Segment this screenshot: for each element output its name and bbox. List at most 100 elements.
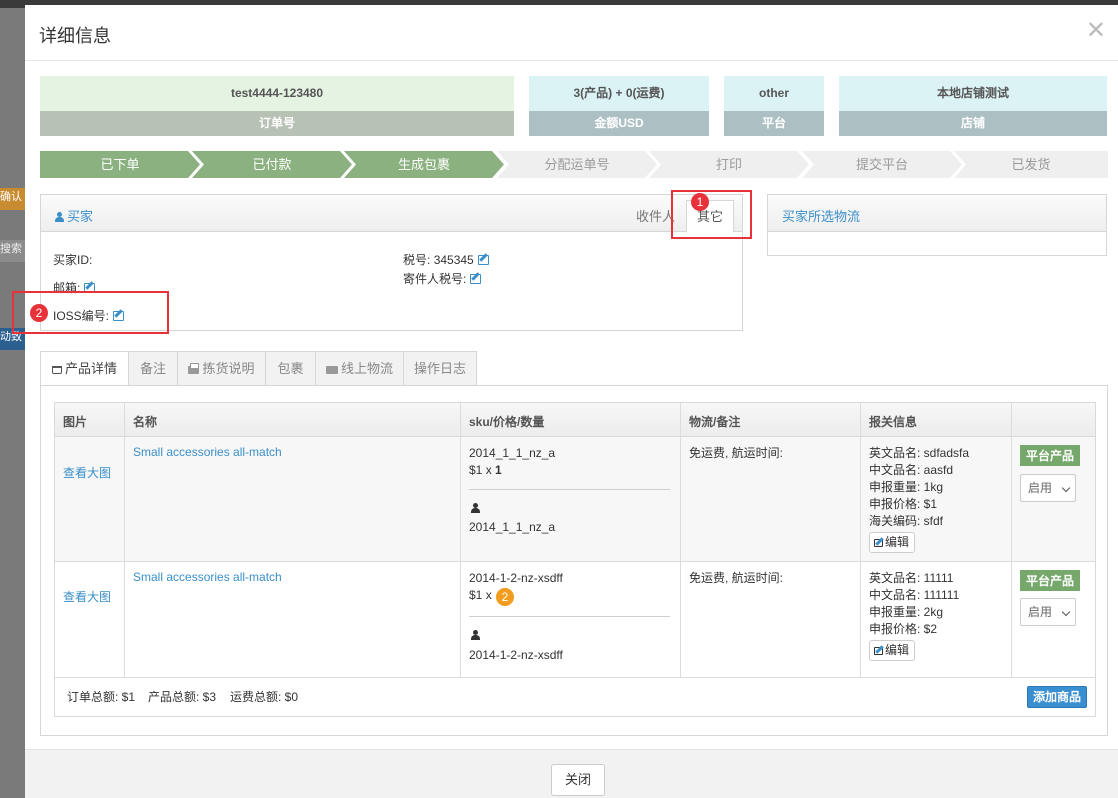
customs-price: 申报价格: $1 xyxy=(869,497,938,511)
add-product-button[interactable]: 添加商品 xyxy=(1027,686,1087,708)
buyer-title: 买家 xyxy=(55,206,93,225)
annotation-badge-2: 2 xyxy=(30,304,48,322)
buyer-user-icon xyxy=(471,501,483,515)
background-confirm-item: 确认 xyxy=(0,188,26,210)
customs-hs-code: 海关编码: sfdf xyxy=(869,514,944,528)
tab-picking-notes[interactable]: 拣货说明 xyxy=(177,351,266,386)
edit-customs-button[interactable]: 编辑 xyxy=(869,532,916,553)
buyer-sku-text: 2014-1-2-nz-xsdff xyxy=(469,648,563,662)
platform-product-badge: 平台产品 xyxy=(1020,445,1081,466)
customs-cn-name: 中文品名: aasfd xyxy=(869,463,954,477)
edit-icon xyxy=(874,539,883,547)
sku-cell: 2014-1-2-nz-xsdff $1 x 2 2014-1-2-nz-xsd… xyxy=(461,562,681,677)
tab-notes[interactable]: 备注 xyxy=(128,351,178,386)
annotation-badge-qty: 2 xyxy=(496,588,514,606)
product-name-link[interactable]: Small accessories all-match xyxy=(133,570,452,584)
price-qty: $1 x 1 xyxy=(469,463,502,477)
order-total: 订单总额: $1 xyxy=(67,690,136,704)
summary-label: 订单号 xyxy=(40,111,514,136)
edit-tax-icon[interactable] xyxy=(477,255,489,265)
annotation-box-1 xyxy=(671,190,752,239)
summary-order-number: test4444-123480 订单号 xyxy=(40,76,514,136)
detail-modal: 详细信息 ✕ test4444-123480 订单号 3(产品) + 0(运费)… xyxy=(12,5,1118,798)
separator xyxy=(469,489,670,490)
logistics-cell: 免运费, 航运时间: xyxy=(681,437,861,561)
actions-cell: 平台产品 启用 xyxy=(1012,562,1095,677)
logistics-text: 免运费, 航运时间: xyxy=(689,446,784,460)
separator xyxy=(469,616,670,617)
sender-tax-field: 寄件人税号: xyxy=(403,270,482,287)
background-sidebar: 确认 搜索 动致 xyxy=(0,8,26,798)
logistics-cell: 免运费, 航运时间: xyxy=(681,562,861,677)
tab-package[interactable]: 包裹 xyxy=(265,351,316,386)
step-paid: 已付款 xyxy=(192,151,352,178)
close-button[interactable]: 关闭 xyxy=(551,764,605,796)
table-row: 查看大图 Small accessories all-match 2014_1_… xyxy=(55,437,1095,562)
product-name-link[interactable]: Small accessories all-match xyxy=(133,445,452,459)
summary-value: other xyxy=(724,76,824,111)
col-sku: sku/价格/数量 xyxy=(461,403,681,436)
buyer-logistics-panel: 买家所选物流 xyxy=(767,194,1107,256)
step-shipped: 已发货 xyxy=(954,151,1108,178)
logistics-title: 买家所选物流 xyxy=(782,209,861,224)
customs-cell: 英文品名: sdfadsfa 中文品名: aasfd 申报重量: 1kg 申报价… xyxy=(861,437,1012,561)
buyer-panel-header: 买家 收件人 其它 xyxy=(41,195,742,233)
view-image-link[interactable]: 查看大图 xyxy=(63,588,116,605)
cart-icon xyxy=(51,366,62,374)
status-select[interactable]: 启用 xyxy=(1020,474,1076,502)
buyer-id-field: 买家ID: xyxy=(53,253,93,267)
buyer-user-icon xyxy=(471,628,483,642)
view-image-link[interactable]: 查看大图 xyxy=(63,464,116,481)
tab-online-logistics[interactable]: 线上物流 xyxy=(315,351,404,386)
summary-amount: 3(产品) + 0(运费) 金额USD xyxy=(529,76,709,136)
tab-product-details[interactable]: 产品详情 xyxy=(40,351,129,387)
summary-value: test4444-123480 xyxy=(40,76,514,111)
modal-footer: 关闭 xyxy=(25,749,1118,798)
chevron-down-icon xyxy=(1061,607,1071,617)
product-table: 图片 名称 sku/价格/数量 物流/备注 报关信息 查看大图 Small ac… xyxy=(54,402,1096,717)
col-logistics: 物流/备注 xyxy=(681,403,861,436)
name-cell: Small accessories all-match xyxy=(125,562,461,677)
col-customs: 报关信息 xyxy=(861,403,1012,436)
platform-product-badge: 平台产品 xyxy=(1020,570,1081,591)
image-cell: 查看大图 xyxy=(55,437,125,561)
customs-weight: 申报重量: 2kg xyxy=(869,605,944,619)
buyer-sku-text: 2014_1_1_nz_a xyxy=(469,520,556,534)
table-row: 查看大图 Small accessories all-match 2014-1-… xyxy=(55,562,1095,678)
customs-cell: 英文品名: 11111 中文品名: 111111 申报重量: 2kg 申报价格:… xyxy=(861,562,1012,677)
logistics-panel-header: 买家所选物流 xyxy=(768,195,1106,232)
tax-number-field: 税号: 345345 xyxy=(403,251,489,268)
annotation-badge-1: 1 xyxy=(691,193,709,211)
tab-operation-log[interactable]: 操作日志 xyxy=(403,351,477,386)
summary-store: 本地店铺测试 店铺 xyxy=(839,76,1107,136)
status-select[interactable]: 启用 xyxy=(1020,598,1076,626)
product-details-content: 图片 名称 sku/价格/数量 物流/备注 报关信息 查看大图 Small ac… xyxy=(40,385,1108,736)
print-icon xyxy=(188,363,200,374)
col-actions xyxy=(1012,403,1095,436)
edit-customs-button[interactable]: 编辑 xyxy=(869,640,916,661)
product-total: 产品总额: $3 xyxy=(148,690,217,704)
sku-text: 2014_1_1_nz_a xyxy=(469,446,556,460)
logistics-text: 免运费, 航运时间: xyxy=(689,571,784,585)
chevron-down-icon xyxy=(1061,483,1071,493)
col-name: 名称 xyxy=(125,403,461,436)
modal-title: 详细信息 xyxy=(39,26,111,46)
step-print: 打印 xyxy=(649,151,809,178)
customs-weight: 申报重量: 1kg xyxy=(869,480,944,494)
close-icon[interactable]: ✕ xyxy=(1086,19,1106,43)
customs-en-name: 英文品名: sdfadsfa xyxy=(869,446,970,460)
step-submit-platform: 提交平台 xyxy=(802,151,962,178)
col-image: 图片 xyxy=(55,403,125,436)
user-icon xyxy=(55,212,64,222)
sku-cell: 2014_1_1_nz_a $1 x 1 2014_1_1_nz_a xyxy=(461,437,681,561)
edit-sender-tax-icon[interactable] xyxy=(470,274,482,284)
summary-label: 店铺 xyxy=(839,111,1107,136)
order-progress-steps: 已下单 已付款 生成包裹 分配运单号 打印 提交平台 已发货 xyxy=(40,151,1108,178)
table-header: 图片 名称 sku/价格/数量 物流/备注 报关信息 xyxy=(55,403,1095,437)
step-package-created: 生成包裹 xyxy=(344,151,504,178)
shipping-total: 运费总额: $0 xyxy=(230,690,299,704)
summary-label: 平台 xyxy=(724,111,824,136)
summary-value: 本地店铺测试 xyxy=(839,76,1107,111)
summary-platform: other 平台 xyxy=(724,76,824,136)
summary-label: 金额USD xyxy=(529,111,709,136)
